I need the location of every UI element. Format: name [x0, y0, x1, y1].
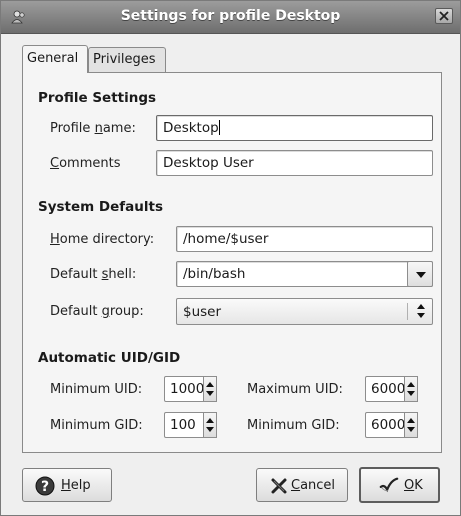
select-separator	[407, 303, 408, 320]
close-icon	[439, 11, 449, 21]
system-defaults-heading: System Defaults	[38, 199, 164, 215]
comments-input[interactable]: Desktop User	[156, 150, 433, 176]
spinner-buttons[interactable]	[203, 412, 217, 438]
maximum-gid-label: Minimum GID:	[247, 418, 340, 433]
maximum-gid-spinner[interactable]: 6000	[365, 412, 418, 438]
spinner-buttons[interactable]	[404, 376, 418, 402]
tab-panel-general: Profile Settings Profile name: Desktop C…	[22, 72, 442, 453]
svg-text:?: ?	[41, 479, 49, 495]
ok-button[interactable]: OK	[359, 467, 440, 503]
minimum-gid-value: 100	[170, 417, 196, 433]
home-directory-input[interactable]: /home/$user	[176, 226, 433, 252]
text-caret	[218, 120, 220, 135]
default-shell-value: /bin/bash	[183, 266, 246, 282]
spin-down-icon	[407, 427, 415, 432]
maximum-uid-label: Maximum UID:	[247, 382, 343, 397]
tab-general[interactable]: General	[22, 45, 88, 73]
window-title: Settings for profile Desktop	[120, 8, 341, 24]
updown-arrows-icon	[417, 304, 426, 319]
default-group-value: $user	[183, 304, 222, 320]
ok-check-icon	[379, 477, 399, 493]
spin-down-icon	[407, 391, 415, 396]
default-shell-label: Default shell:	[50, 267, 137, 282]
minimum-gid-label: Minimum GID:	[50, 418, 143, 433]
maximum-uid-spinner[interactable]: 6000	[365, 376, 418, 402]
default-group-select[interactable]: $user	[176, 298, 433, 325]
default-group-label: Default group:	[50, 304, 144, 319]
spinner-buttons[interactable]	[203, 376, 217, 402]
profile-name-input[interactable]: Desktop	[156, 115, 433, 141]
close-button[interactable]	[435, 8, 453, 24]
profile-settings-heading: Profile Settings	[38, 90, 157, 106]
comments-label: Comments	[50, 156, 121, 171]
minimum-uid-value: 1000	[170, 381, 205, 397]
tab-privileges[interactable]: Privileges	[88, 47, 166, 73]
help-label: Help	[61, 478, 91, 493]
spin-up-icon	[206, 382, 214, 387]
maximum-gid-value: 6000	[371, 417, 406, 433]
spin-up-icon	[407, 418, 415, 423]
cancel-label: Cancel	[291, 478, 336, 493]
help-button[interactable]: ? Help	[22, 468, 112, 502]
maximum-uid-value: 6000	[371, 381, 406, 397]
cancel-button[interactable]: Cancel	[256, 468, 348, 502]
spin-up-icon	[206, 418, 214, 423]
cancel-x-icon	[271, 478, 287, 494]
shell-dropdown-button[interactable]	[407, 261, 433, 287]
spinner-buttons[interactable]	[404, 412, 418, 438]
ok-label: OK	[404, 478, 423, 493]
settings-dialog: Settings for profile Desktop General Pri…	[0, 0, 461, 516]
profile-name-label: Profile name:	[50, 121, 136, 136]
minimum-uid-spinner[interactable]: 1000	[164, 376, 217, 402]
spin-down-icon	[206, 427, 214, 432]
chevron-down-icon	[416, 272, 426, 278]
uid-gid-heading: Automatic UID/GID	[38, 350, 181, 366]
spin-up-icon	[407, 382, 415, 387]
title-bar[interactable]: Settings for profile Desktop	[1, 1, 460, 34]
minimum-uid-label: Minimum UID:	[50, 382, 143, 397]
help-icon: ?	[35, 476, 55, 496]
default-shell-combo[interactable]: /bin/bash	[176, 261, 433, 287]
minimum-gid-spinner[interactable]: 100	[164, 412, 217, 438]
spin-down-icon	[206, 391, 214, 396]
home-directory-label: Home directory:	[50, 232, 155, 247]
